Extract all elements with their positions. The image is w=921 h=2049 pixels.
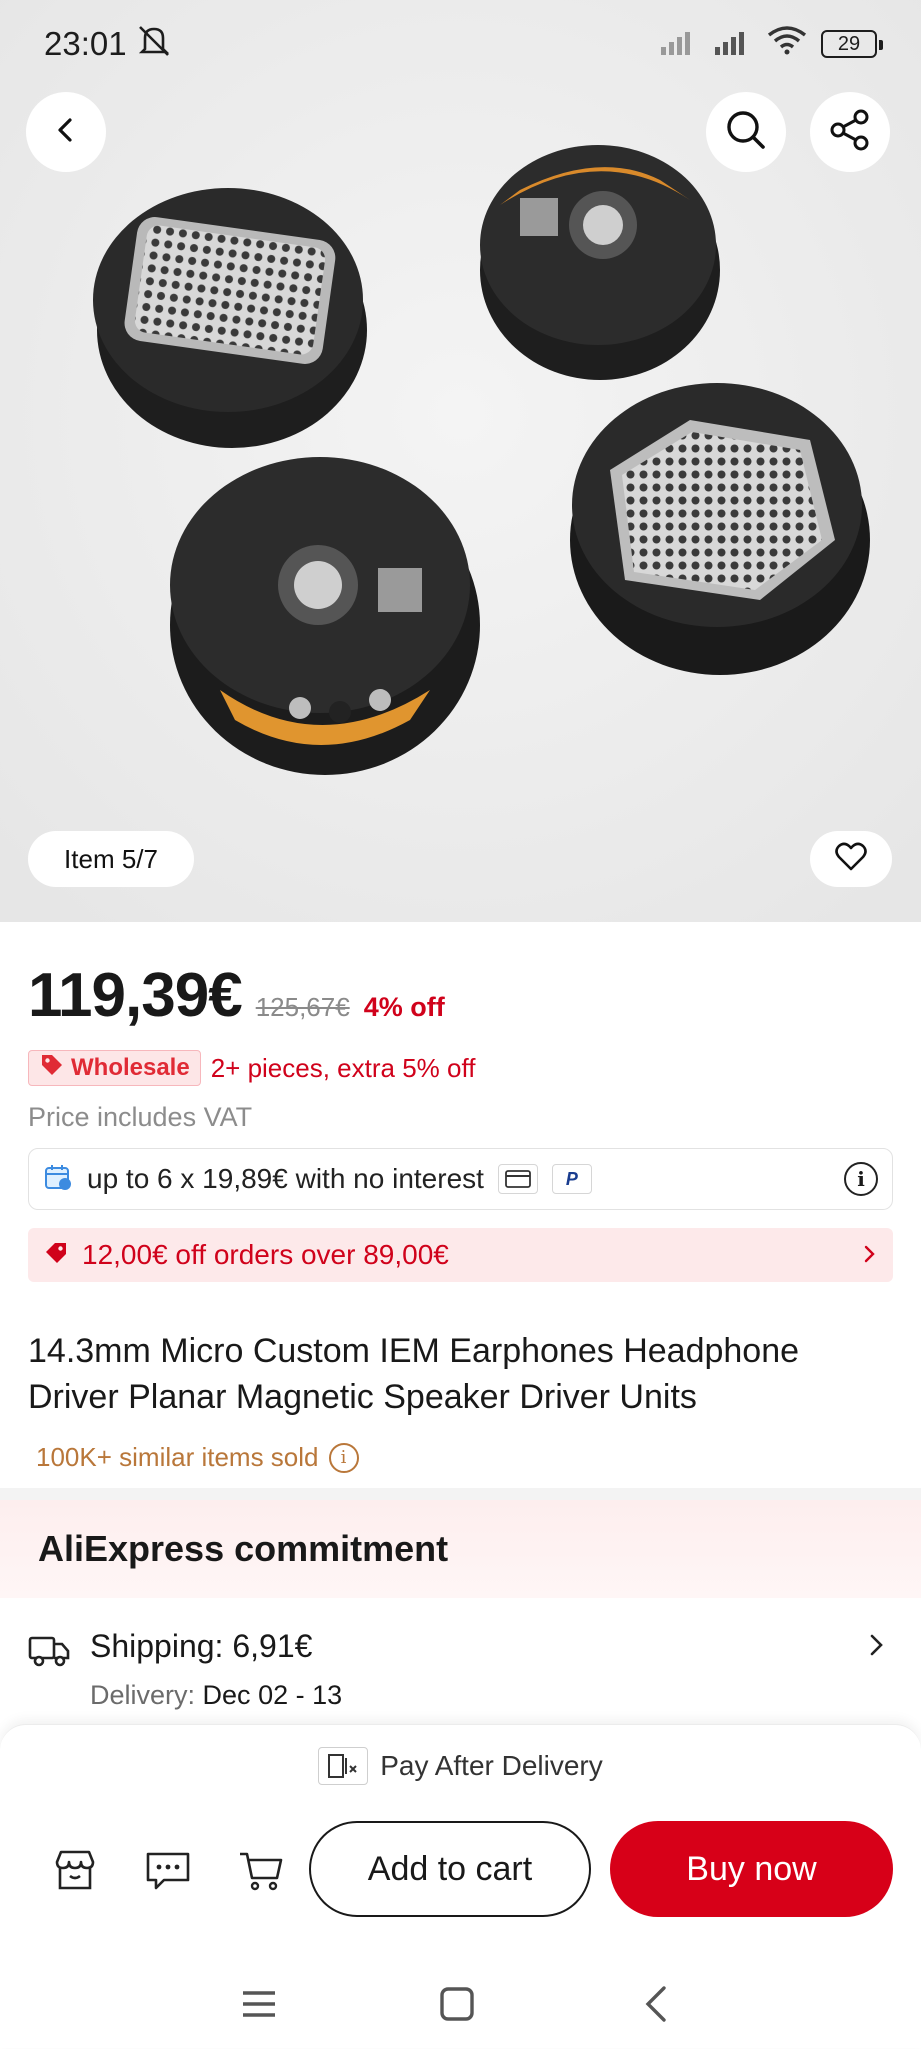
signal-icon-2 [713,25,753,63]
sold-count-text: 100K+ similar items sold [36,1442,319,1472]
buy-now-button[interactable]: Buy now [610,1821,893,1917]
pay-after-delivery-label: Pay After Delivery [380,1750,603,1781]
share-button[interactable] [810,92,890,172]
coupon-banner[interactable]: 12,00€ off orders over 89,00€ [28,1228,893,1282]
store-icon [51,1846,99,1899]
cart-button[interactable] [236,1847,286,1897]
discount-label: 4% off [363,992,445,1022]
sold-count: 100K+ similar items sold i [36,1442,359,1473]
delivery-dates: Delivery: Dec 02 - 13 [90,1680,342,1711]
battery-level: 29 [837,32,861,55]
paypal-icon: P [551,1164,592,1194]
truck-icon [28,1632,70,1673]
current-price: 119,39€ [28,961,243,1030]
sold-info-icon[interactable]: i [328,1442,359,1473]
calendar-icon [43,1162,73,1197]
add-to-cart-button[interactable]: Add to cart [309,1821,591,1917]
section-divider [0,1488,921,1500]
shipping-chevron-icon [867,1632,885,1666]
product-image-gallery[interactable]: 23:01 29 Item 5/7 [0,0,921,922]
heart-icon [835,842,867,877]
message-button[interactable] [143,1847,193,1897]
shipping-row[interactable]: Shipping: 6,91€ Delivery: Dec 02 - 13 [28,1622,893,1722]
original-price: 125,67€ [255,992,350,1022]
bottom-action-sheet: Pay After Delivery Add to cart Buy now [0,1724,921,2048]
chevron-left-icon [51,115,81,150]
card-icon [497,1164,538,1194]
back-button[interactable] [26,92,106,172]
vat-note: Price includes VAT [28,1102,253,1132]
info-icon[interactable]: i [844,1162,878,1196]
mute-icon [135,23,173,65]
product-title: 14.3mm Micro Custom IEM Earphones Headph… [28,1332,800,1416]
cart-icon [237,1846,285,1899]
delivery-label: Delivery: [90,1680,196,1710]
commitment-header: AliExpress commitment [0,1500,921,1598]
store-button[interactable] [50,1847,100,1897]
installments-text: up to 6 x 19,89€ with no interest [87,1163,484,1194]
image-counter: Item 5/7 [28,831,194,887]
battery-icon: 29 [821,30,883,58]
wholesale-badge-label: Wholesale [71,1054,190,1081]
coupon-text: 12,00€ off orders over 89,00€ [82,1239,449,1270]
system-nav-bar [0,1957,921,2049]
search-icon [724,108,768,157]
tag-icon [39,1052,65,1085]
wholesale-row: Wholesale 2+ pieces, extra 5% off [28,1050,475,1086]
pay-after-delivery-icon [318,1747,369,1785]
wholesale-text: 2+ pieces, extra 5% off [210,1052,476,1083]
pay-after-delivery: Pay After Delivery [0,1747,921,1785]
wholesale-badge: Wholesale [28,1050,201,1086]
action-bar: Add to cart Buy now [0,1821,921,1917]
installments-row[interactable]: up to 6 x 19,89€ with no interest P i [28,1148,893,1210]
shipping-cost: Shipping: 6,91€ [90,1628,313,1664]
home-icon[interactable] [432,1979,482,2029]
wifi-icon [767,25,807,63]
status-bar: 23:01 29 [0,0,921,88]
signal-icon-1 [659,25,699,63]
price-row: 119,39€ 125,67€ 4% off [28,960,445,1031]
status-time: 23:01 [44,25,127,62]
search-button[interactable] [706,92,786,172]
wishlist-button[interactable] [810,831,892,887]
chat-icon [144,1846,192,1899]
coupon-tag-icon [44,1241,68,1270]
delivery-value: Dec 02 - 13 [202,1680,343,1710]
chevron-right-icon [861,1239,877,1271]
nav-back-icon[interactable] [632,1979,682,2029]
share-icon [828,108,872,157]
menu-icon[interactable] [234,1979,284,2029]
